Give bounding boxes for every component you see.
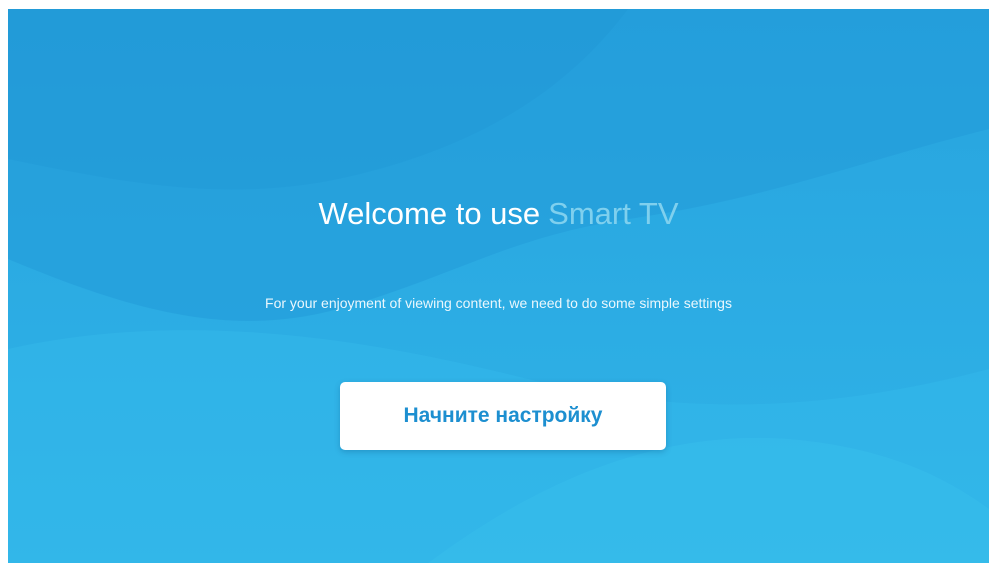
start-setup-button[interactable]: Начните настройку [340,382,666,450]
welcome-lead-text: Welcome to use [318,196,541,231]
brand-name: Smart TV [548,196,679,231]
welcome-screen: Welcome to use Smart TV For your enjoymen… [8,9,989,563]
welcome-heading: Welcome to use Smart TV [8,192,989,236]
background-waves [8,9,989,563]
setup-description: For your enjoyment of viewing content, w… [265,295,732,311]
